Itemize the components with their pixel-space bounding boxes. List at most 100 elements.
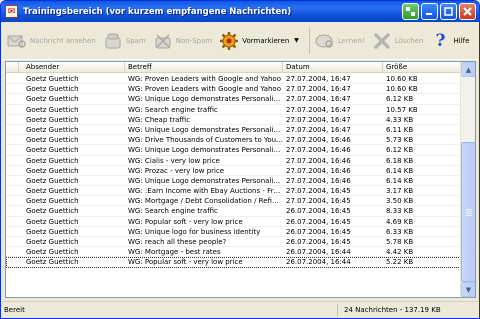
delete-x-icon <box>371 31 393 51</box>
learn-button[interactable]: Lernen! <box>314 25 365 57</box>
row-date: 27.07.2004, 16:47 <box>286 95 351 104</box>
scroll-thumb[interactable] <box>461 142 475 282</box>
row-subject: WG: Unique Logo demonstrates Personality… <box>128 146 283 155</box>
header-size[interactable]: Größe <box>383 62 461 73</box>
row-sender: Goetz Guettich <box>26 146 79 155</box>
row-subject: WG: Unique logo for business identity <box>128 227 261 236</box>
row-sender: Goetz Guettich <box>26 197 79 206</box>
row-subject: WG: Cheap traffic <box>128 115 191 124</box>
maximize-button[interactable] <box>440 3 457 20</box>
close-button[interactable] <box>459 3 476 20</box>
row-size: 5.78 KB <box>386 238 414 246</box>
row-sender: Goetz Guettich <box>26 248 79 257</box>
premark-gear-icon <box>218 31 240 51</box>
table-row[interactable]: Goetz Guettich WG: Prozac - very low pric… <box>6 166 461 176</box>
row-subject: WG: :Earn Income with Ebay Auctions - Fr… <box>128 187 283 196</box>
row-subject: WG: Prozac - very low price <box>128 166 225 175</box>
scroll-up-icon[interactable]: ▲ <box>461 62 475 77</box>
row-date: 27.07.2004, 16:46 <box>286 176 351 185</box>
view-message-icon <box>6 31 28 51</box>
header-icon-column[interactable] <box>6 62 19 73</box>
header-date[interactable]: Datum <box>283 62 383 73</box>
message-list[interactable]: Absender Betreff Datum Größe Goetz Guett… <box>5 61 476 298</box>
row-size: 10.60 KB <box>386 75 418 83</box>
learn-icon <box>314 31 336 51</box>
row-icon <box>6 176 19 185</box>
row-size: 10.57 KB <box>386 105 418 114</box>
header-subject[interactable]: Betreff <box>125 62 283 73</box>
vertical-scrollbar[interactable]: ▲ ▼ <box>460 62 475 297</box>
table-row[interactable]: Goetz Guettich WG: reach all these people… <box>6 237 461 248</box>
row-date: 26.07.2004, 16:45 <box>286 207 351 216</box>
table-row[interactable]: Goetz Guettich WG: Proven Leaders with Go… <box>6 84 461 95</box>
row-date: 27.07.2004, 16:47 <box>286 125 351 134</box>
row-sender: Goetz Guettich <box>26 75 79 83</box>
row-size: 6.12 KB <box>386 95 414 104</box>
row-sender: Goetz Guettich <box>26 105 79 114</box>
title-bar[interactable]: ✉ Trainingsbereich (vor kurzem empfangen… <box>1 1 479 22</box>
help-question-icon: ? <box>435 30 446 51</box>
row-size: 6.18 KB <box>386 156 414 165</box>
row-date: 27.07.2004, 16:47 <box>286 85 351 94</box>
non-spam-button[interactable]: Non-Spam <box>152 25 212 57</box>
delete-button[interactable]: Löschen <box>371 25 424 57</box>
row-sender: Goetz Guettich <box>26 95 79 104</box>
row-sender: Goetz Guettich <box>26 207 79 216</box>
row-subject: WG: Unique Logo demonstrates Personality… <box>128 125 283 134</box>
premark-button[interactable]: Vormarkieren ▼ <box>218 25 299 57</box>
row-icon <box>6 135 19 144</box>
premark-dropdown-icon[interactable]: ▼ <box>294 37 299 44</box>
row-icon <box>6 237 19 246</box>
header-sender[interactable]: Absender <box>19 62 125 73</box>
row-subject: WG: Drive Thousands of Customers to You.… <box>128 136 283 145</box>
row-size: 3.17 KB <box>386 187 414 196</box>
table-row[interactable]: Goetz Guettich WG: Proven Leaders with Go… <box>6 74 461 85</box>
table-row[interactable]: Goetz Guettich WG: Unique logo for busine… <box>6 227 461 237</box>
table-row[interactable]: Goetz Guettich WG: Unique Logo demonstrat… <box>6 94 461 105</box>
table-row[interactable]: Goetz Guettich WG: Drive Thousands of Cus… <box>6 135 461 146</box>
table-row[interactable]: Goetz Guettich WG: Popular soft - very lo… <box>6 217 461 227</box>
table-row[interactable]: Goetz Guettich WG: Unique Logo demonstrat… <box>6 176 461 187</box>
delete-label: Löschen <box>394 36 424 45</box>
row-icon <box>6 247 19 256</box>
table-row[interactable]: Goetz Guettich WG: Search engine traffic 2… <box>6 105 461 115</box>
table-row[interactable]: Goetz Guettich WG: :Earn Income with Ebay… <box>6 186 461 197</box>
table-row[interactable]: Goetz Guettich WG: Cheap traffic 27.07.200… <box>6 115 461 125</box>
row-subject: WG: Proven Leaders with Google and Yahoo <box>128 75 282 83</box>
view-message-button[interactable]: Nachricht ansehen <box>6 25 96 57</box>
row-icon <box>6 196 19 205</box>
grip-line <box>466 213 472 214</box>
row-date: 27.07.2004, 16:47 <box>286 105 351 114</box>
row-sender: Goetz Guettich <box>26 176 79 185</box>
table-row[interactable]: Goetz Guettich WG: Unique Logo demonstrat… <box>6 145 461 156</box>
help-label: Hilfe <box>453 36 470 45</box>
table-row[interactable]: Goetz Guettich WG: Mortgage - best rates 2… <box>6 247 461 258</box>
table-row[interactable]: Goetz Guettich WG: Cialis - very low pric… <box>6 156 461 166</box>
extra-window-icon[interactable] <box>402 3 419 20</box>
spam-button[interactable]: Spam <box>102 25 146 57</box>
row-size: 6.33 KB <box>386 227 414 236</box>
table-row[interactable]: Goetz Guettich WG: Mortgage / Debt Consol… <box>6 196 461 207</box>
list-header: Absender Betreff Datum Größe <box>6 62 461 73</box>
row-icon <box>6 166 19 175</box>
row-size: 4.33 KB <box>386 115 414 124</box>
minimize-button[interactable] <box>421 3 438 20</box>
row-icon <box>6 105 19 114</box>
grip-line <box>466 211 472 212</box>
scroll-down-icon[interactable]: ▼ <box>461 282 475 297</box>
grip-line <box>466 209 472 210</box>
row-icon <box>6 74 19 83</box>
row-subject: WG: Unique Logo demonstrates Personality… <box>128 95 283 104</box>
toolbar: Nachricht ansehen Spam Non-Spam Vormarki… <box>2 22 478 60</box>
table-row[interactable]: Goetz Guettich WG: Unique Logo demonstrat… <box>6 125 461 136</box>
table-row-focused[interactable]: Goetz Guettich WG: Popular soft - very lo… <box>6 257 461 268</box>
row-date: 27.07.2004, 16:47 <box>286 115 351 124</box>
status-text: Bereit <box>2 303 338 317</box>
row-subject: WG: reach all these people? <box>128 238 227 246</box>
view-message-label: Nachricht ansehen <box>30 36 96 45</box>
row-sender: Goetz Guettich <box>26 125 79 134</box>
help-button[interactable]: ? Hilfe <box>429 25 470 57</box>
table-row[interactable]: Goetz Guettich WG: Search engine traffic 2… <box>6 206 461 217</box>
row-sender: Goetz Guettich <box>26 187 79 196</box>
row-icon <box>6 84 19 93</box>
